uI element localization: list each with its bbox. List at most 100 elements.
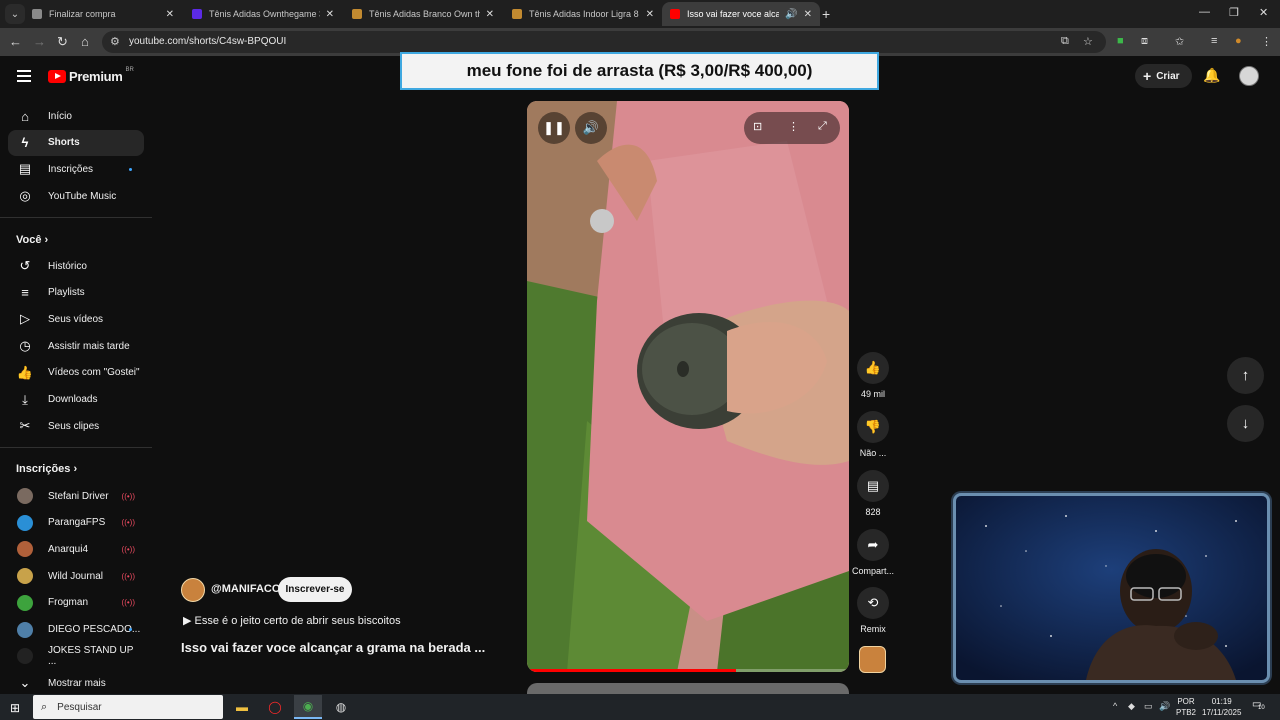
menu-icon[interactable]: [17, 70, 31, 82]
next-short-button[interactable]: ↓: [1227, 405, 1264, 442]
sidebar-item-inscri-es[interactable]: ▤ Inscrições: [8, 156, 144, 182]
comments-button[interactable]: ▤ 828: [850, 470, 896, 517]
cast-icon[interactable]: ⧉: [1061, 35, 1069, 48]
subscriptions-heading[interactable]: Inscrições ›: [16, 463, 77, 475]
notification-center-icon[interactable]: ▭ 10: [1252, 699, 1265, 713]
tab-close-icon[interactable]: ✕: [486, 9, 494, 20]
clock[interactable]: 01:19 17/11/2025: [1202, 696, 1241, 718]
tab-title: Tênis Adidas Ownthegame 3.0 M: [209, 9, 320, 19]
home-button-icon[interactable]: ⌂: [81, 34, 89, 49]
volume-button[interactable]: 🔊: [575, 112, 607, 144]
video-title[interactable]: Isso vai fazer voce alcançar a grama na …: [181, 640, 485, 655]
extensions-puzzle-icon[interactable]: ⧈: [1141, 35, 1148, 48]
share-icon: ➦: [857, 529, 889, 561]
browser-tab[interactable]: Tênis Adidas Indoor Ligra 8 Ma ✕: [504, 2, 662, 26]
media-control-icon[interactable]: ≡: [1211, 35, 1217, 47]
close-window-button[interactable]: ✕: [1259, 6, 1268, 19]
tray-overflow-icon[interactable]: ^: [1113, 701, 1117, 711]
browser-tab[interactable]: Isso vai fazer voce alcançar 🔊 ✕: [662, 2, 820, 26]
new-tab-button[interactable]: +: [822, 6, 830, 22]
more-menu-icon[interactable]: ⋮: [1261, 35, 1272, 48]
sidebar-item-seus-v-deos[interactable]: ▷ Seus vídeos: [8, 306, 144, 332]
sidebar-item-in-cio[interactable]: ⌂ Início: [8, 103, 144, 129]
site-info-icon[interactable]: ⚙: [110, 35, 120, 48]
forward-icon[interactable]: →: [33, 34, 46, 49]
youtube-play-icon: [48, 70, 66, 83]
tab-close-icon[interactable]: ✕: [166, 9, 174, 20]
share-button[interactable]: ➦ Compart...: [850, 529, 896, 576]
opera-icon[interactable]: ◯: [261, 695, 289, 719]
previous-short-button[interactable]: ↑: [1227, 357, 1264, 394]
sidebar-item-shorts[interactable]: ϟ Shorts: [8, 129, 144, 156]
sidebar-item-seus-clipes[interactable]: ✂ Seus clipes: [8, 413, 144, 439]
restore-button[interactable]: ❐: [1229, 6, 1239, 19]
sidebar-item-youtube-music[interactable]: ◎ YouTube Music: [8, 183, 144, 209]
network-icon[interactable]: ▭: [1144, 701, 1153, 712]
dislike-button[interactable]: 👎 Não ...: [850, 411, 896, 458]
tab-close-icon[interactable]: ✕: [326, 9, 334, 20]
like-button[interactable]: 👍 49 mil: [850, 352, 896, 399]
next-short-preview[interactable]: [527, 683, 849, 694]
discord-icon[interactable]: ◆: [1128, 701, 1135, 712]
pause-button[interactable]: ❚❚: [538, 112, 570, 144]
browser-tab[interactable]: Tênis Adidas Ownthegame 3.0 M ✕: [184, 2, 342, 26]
sidebar-item-diego-pescado[interactable]: DIEGO PESCADO...: [8, 617, 144, 643]
youtube-premium-logo[interactable]: Premium BR: [48, 67, 134, 84]
sidebar-item-hist-rico[interactable]: ↺ Histórico: [8, 253, 144, 279]
extension-icon[interactable]: ■: [1117, 35, 1124, 47]
progress-bar[interactable]: [527, 669, 849, 672]
reload-icon[interactable]: ↻: [57, 34, 68, 50]
sidebar-item-frogman[interactable]: Frogman ((•)): [8, 590, 144, 616]
sidebar-item-label: Downloads: [48, 394, 98, 405]
account-avatar[interactable]: [1239, 66, 1259, 86]
tab-close-icon[interactable]: ✕: [804, 9, 812, 20]
subscribe-button[interactable]: Inscrever-se: [278, 577, 352, 602]
sidebar-item-downloads[interactable]: ⤓ Downloads: [8, 387, 144, 413]
channel-avatar[interactable]: [181, 578, 205, 602]
sidebar-item-assistir-mais-tarde[interactable]: ◷ Assistir mais tarde: [8, 333, 144, 359]
obs-icon[interactable]: ◍: [327, 695, 355, 719]
minimize-button[interactable]: —: [1199, 6, 1210, 18]
sidebar-item-anarqui4[interactable]: Anarqui4 ((•)): [8, 536, 144, 562]
tab-title: Finalizar compra: [49, 9, 116, 19]
speaker-icon[interactable]: 🔊: [1159, 701, 1170, 712]
notifications-bell-icon[interactable]: 🔔: [1203, 67, 1220, 84]
back-icon[interactable]: ←: [9, 34, 22, 49]
tab-close-icon[interactable]: ✕: [646, 9, 654, 20]
clock-time: 01:19: [1211, 697, 1232, 706]
address-bar[interactable]: ⚙ youtube.com/shorts/C4sw-BPQOUI: [102, 31, 1106, 53]
fullscreen-icon[interactable]: ⤢: [818, 120, 827, 133]
create-button[interactable]: + Criar: [1135, 64, 1192, 88]
shorts-video-player[interactable]: ❚❚ 🔊 ⊡ ⋮ ⤢: [527, 101, 849, 672]
profile-avatar[interactable]: ●: [1235, 35, 1242, 47]
more-options-icon[interactable]: ⋮: [788, 120, 799, 133]
sidebar-item-parangafps[interactable]: ParangaFPS ((•)): [8, 510, 144, 536]
sidebar-item-playlists[interactable]: ≡ Playlists: [8, 280, 144, 306]
tab-search-button[interactable]: ⌄: [5, 4, 25, 24]
sidebar-item-jokes-stand-up[interactable]: JOKES STAND UP ...: [8, 643, 144, 669]
chrome-icon[interactable]: ◉: [294, 695, 322, 719]
music-link[interactable]: ▶ Esse é o jeito certo de abrir seus bis…: [183, 614, 401, 627]
taskbar-search[interactable]: ⌕ Pesquisar: [33, 695, 223, 719]
live-icon: ((•)): [121, 571, 135, 581]
language-indicator[interactable]: POR PTB2: [1176, 696, 1196, 718]
browser-tab[interactable]: Tênis Adidas Branco Own the G ✕: [344, 2, 502, 26]
sidebar-item-v-deos-com-gostei[interactable]: 👍 Vídeos com "Gostei": [8, 360, 144, 386]
sidebar-item-stefani-driver[interactable]: Stefani Driver ((•)): [8, 483, 144, 509]
sidebar-item-label: YouTube Music: [48, 190, 117, 202]
you-heading[interactable]: Você ›: [16, 234, 48, 246]
show-more-button[interactable]: ⌄ Mostrar mais: [8, 670, 144, 696]
channel-handle[interactable]: @MANIFACO: [211, 583, 280, 595]
channel-sound-thumbnail[interactable]: [859, 646, 886, 673]
remix-button[interactable]: ⟲ Remix: [850, 587, 896, 634]
sidebar-item-label: DIEGO PESCADO...: [48, 624, 141, 635]
audio-playing-icon[interactable]: 🔊: [785, 9, 797, 20]
sidebar-item-label: Stefani Driver: [48, 490, 109, 502]
bookmark-star-icon[interactable]: ☆: [1083, 35, 1093, 48]
windows-start-icon[interactable]: ⊞: [10, 701, 20, 715]
sidebar-item-wild-journal[interactable]: Wild Journal ((•)): [8, 563, 144, 589]
file-explorer-icon[interactable]: ▬: [228, 695, 256, 719]
favorites-icon[interactable]: ✩: [1175, 35, 1184, 48]
browser-tab[interactable]: Finalizar compra ✕: [24, 2, 182, 26]
captions-icon[interactable]: ⊡: [753, 120, 762, 133]
